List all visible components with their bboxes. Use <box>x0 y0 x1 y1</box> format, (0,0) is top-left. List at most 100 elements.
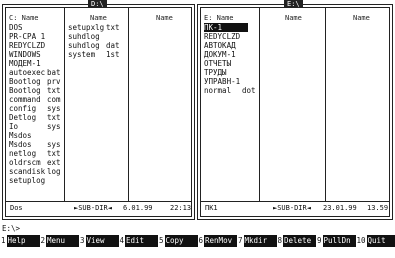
fkey-label: Menu <box>46 235 79 247</box>
file-entry[interactable]: setuplog <box>9 176 63 185</box>
file-extension: 1st <box>106 50 120 59</box>
right-panel-title: E:\ <box>284 0 303 8</box>
fkey-quit[interactable]: 10Quit <box>356 235 395 247</box>
file-name: normal <box>204 86 231 95</box>
file-extension: sys <box>47 122 61 131</box>
file-entry[interactable]: ПК-1 <box>204 23 248 32</box>
file-extension: bat <box>47 68 61 77</box>
file-name: ПК-1 <box>204 23 222 32</box>
file-entry[interactable]: REDYCLZD <box>9 41 63 50</box>
file-entry[interactable]: ДОКУМ-1 <box>204 50 258 59</box>
file-entry[interactable]: Bootlogtxt <box>9 86 63 95</box>
file-entry[interactable]: Detlogtxt <box>9 113 63 122</box>
file-entry[interactable]: setupxlgtxt <box>68 23 126 32</box>
file-name: DOS <box>9 23 23 32</box>
file-extension: sys <box>47 140 61 149</box>
fkey-pulldn[interactable]: 9PullDn <box>316 235 356 247</box>
file-entry[interactable]: oldrscmext <box>9 158 63 167</box>
file-entry[interactable]: DOS <box>9 23 63 32</box>
file-entry[interactable]: МОДЕМ-1 <box>9 59 63 68</box>
file-name: Msdos <box>9 131 32 140</box>
fkey-label: Help <box>7 235 40 247</box>
file-entry[interactable]: Io sys <box>9 122 63 131</box>
file-entry[interactable]: scandisklog <box>9 167 63 176</box>
fkey-label: View <box>86 235 119 247</box>
right-col-separator-2 <box>325 8 326 202</box>
file-entry[interactable]: normal dot <box>204 86 258 95</box>
file-entry[interactable]: suhdlog dat <box>68 41 126 50</box>
file-name: УПРАВН-1 <box>204 77 240 86</box>
left-panel[interactable]: C: Name Name Name DOSPR-CPA 1REDYCLZDWIN… <box>2 4 195 220</box>
left-status-time: 22:13 <box>170 204 191 213</box>
file-extension: txt <box>47 86 61 95</box>
file-extension: txt <box>106 23 120 32</box>
file-entry[interactable]: ОТЧЕТЫ <box>204 59 258 68</box>
fkey-label: Delete <box>283 235 316 247</box>
file-name: Msdos <box>9 140 32 149</box>
file-name: Io <box>9 122 18 131</box>
left-col-header-1: C: Name <box>9 14 39 23</box>
right-col-header-2: Name <box>285 14 302 23</box>
file-entry[interactable]: ТРУДЫ <box>204 68 258 77</box>
right-panel[interactable]: E: Name Name Name ПК-1REDYCLZDАВТОКАДДОК… <box>197 4 393 220</box>
left-status-info: ►SUB-DIR◄ <box>74 204 112 213</box>
fkey-label: Copy <box>165 235 198 247</box>
file-entry[interactable]: suhdlog <box>68 32 126 41</box>
file-name: REDYCLZD <box>9 41 45 50</box>
fkey-view[interactable]: 3View <box>79 235 119 247</box>
file-entry[interactable]: netlogtxt <box>9 149 63 158</box>
file-entry[interactable]: Bootlog prv <box>9 77 63 86</box>
file-name: PR-CPA 1 <box>9 32 45 41</box>
file-entry[interactable]: configsys <box>9 104 63 113</box>
fkey-help[interactable]: 1Help <box>0 235 40 247</box>
right-status-date: 23.01.99 <box>323 204 357 213</box>
file-extension: sys <box>47 104 61 113</box>
file-entry[interactable]: Msdos <box>9 131 63 140</box>
file-name: МОДЕМ-1 <box>9 59 41 68</box>
file-name: system <box>68 50 95 59</box>
fkey-label: Mkdir <box>244 235 277 247</box>
file-name: command <box>9 95 41 104</box>
right-status-bar: ПК1 ►SUB-DIR◄ 23.01.99 13.59 <box>205 204 385 213</box>
file-entry[interactable]: АВТОКАД <box>204 41 258 50</box>
left-status-bar: Dos ►SUB-DIR◄ 6.01.99 22:13 <box>10 204 187 213</box>
fkey-mkdir[interactable]: 7Mkdir <box>237 235 277 247</box>
file-entry[interactable]: system 1st <box>68 50 126 59</box>
fkey-edit[interactable]: 4Edit <box>119 235 159 247</box>
file-entry[interactable]: commandcom <box>9 95 63 104</box>
fkey-delete[interactable]: 8Delete <box>277 235 317 247</box>
file-entry[interactable]: autoexecbat <box>9 68 63 77</box>
fkey-renmov[interactable]: 6RenMov <box>198 235 238 247</box>
file-entry[interactable]: WINDOWS <box>9 50 63 59</box>
file-name: ТРУДЫ <box>204 68 227 77</box>
file-name: Bootlog <box>9 77 41 86</box>
left-col-separator-1 <box>64 8 65 202</box>
file-entry[interactable]: Msdos sys <box>9 140 63 149</box>
left-panel-title: D:\ <box>88 0 107 8</box>
left-col-header-3: Name <box>156 14 173 23</box>
file-extension: dot <box>242 86 256 95</box>
left-status-separator <box>6 201 191 202</box>
file-name: WINDOWS <box>9 50 41 59</box>
file-extension: prv <box>47 77 61 86</box>
file-name: setupxlg <box>68 23 104 32</box>
command-prompt[interactable]: E:\> <box>2 224 20 233</box>
right-col-header-1: E: Name <box>204 14 234 23</box>
file-entry[interactable]: PR-CPA 1 <box>9 32 63 41</box>
left-file-column-1: DOSPR-CPA 1REDYCLZDWINDOWSМОДЕМ-1autoexe… <box>9 23 63 185</box>
file-name: autoexec <box>9 68 45 77</box>
file-name: suhdlog <box>68 41 100 50</box>
fkey-menu[interactable]: 2Menu <box>40 235 80 247</box>
right-status-separator <box>201 201 389 202</box>
file-extension: txt <box>47 113 61 122</box>
fkey-label: Quit <box>367 235 395 247</box>
file-entry[interactable]: УПРАВН-1 <box>204 77 258 86</box>
right-status-name: ПК1 <box>205 204 218 213</box>
file-name: oldrscm <box>9 158 41 167</box>
right-panel-frame: E: Name Name Name ПК-1REDYCLZDАВТОКАДДОК… <box>200 7 390 217</box>
file-extension: dat <box>106 41 120 50</box>
left-status-name: Dos <box>10 204 23 213</box>
right-col-header-3: Name <box>353 14 370 23</box>
fkey-copy[interactable]: 5Copy <box>158 235 198 247</box>
file-entry[interactable]: REDYCLZD <box>204 32 258 41</box>
